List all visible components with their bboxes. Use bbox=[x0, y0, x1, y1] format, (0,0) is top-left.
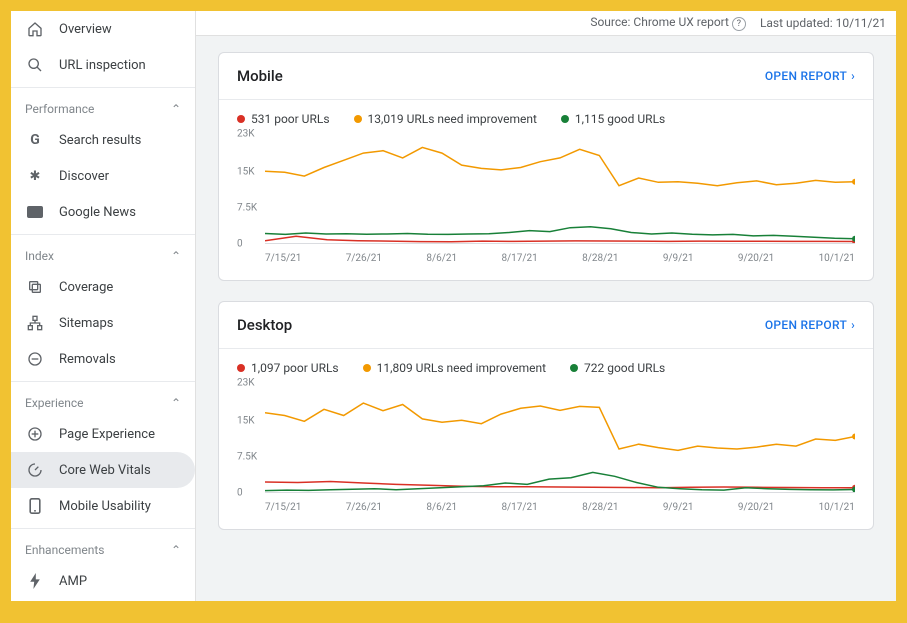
divider bbox=[11, 87, 195, 88]
sidebar-item-label: Sitemaps bbox=[59, 316, 114, 331]
chevron-up-icon: ⌃ bbox=[171, 249, 181, 263]
legend: 531 poor URLs 13,019 URLs need improveme… bbox=[219, 100, 873, 130]
legend-need: 11,809 URLs need improvement bbox=[363, 361, 546, 375]
chevron-right-icon: › bbox=[851, 69, 855, 83]
dot-icon bbox=[354, 115, 362, 123]
home-icon bbox=[25, 19, 45, 39]
sidebar-item-label: Mobile Usability bbox=[59, 499, 151, 514]
chevron-up-icon: ⌃ bbox=[171, 396, 181, 410]
sidebar-item-coverage[interactable]: Coverage bbox=[11, 269, 195, 305]
legend-good: 1,115 good URLs bbox=[561, 112, 665, 126]
source-text: Source: Chrome UX report ? bbox=[590, 15, 746, 31]
bolt-icon bbox=[25, 571, 45, 591]
divider bbox=[11, 381, 195, 382]
sidebar-item-mobile-usability[interactable]: Mobile Usability bbox=[11, 488, 195, 524]
sidebar-item-label: AMP bbox=[59, 574, 87, 589]
section-performance[interactable]: Performance ⌃ bbox=[11, 92, 195, 122]
sidebar-item-core-web-vitals[interactable]: Core Web Vitals bbox=[11, 452, 195, 488]
sidebar-item-label: Overview bbox=[59, 22, 112, 37]
sidebar-item-label: Google News bbox=[59, 205, 136, 220]
sidebar-item-label: Search results bbox=[59, 133, 141, 148]
card-desktop: Desktop OPEN REPORT › 1,097 poor URLs 11… bbox=[218, 301, 874, 530]
section-title: Performance bbox=[25, 102, 94, 116]
chevron-right-icon: › bbox=[851, 318, 855, 332]
sidebar-item-label: Removals bbox=[59, 352, 116, 367]
section-index[interactable]: Index ⌃ bbox=[11, 239, 195, 269]
sidebar-item-amp[interactable]: AMP bbox=[11, 563, 195, 599]
mobile-icon bbox=[25, 496, 45, 516]
sidebar-item-page-experience[interactable]: Page Experience bbox=[11, 416, 195, 452]
divider bbox=[11, 234, 195, 235]
topbar: Source: Chrome UX report ? Last updated:… bbox=[196, 11, 896, 36]
sidebar-item-discover[interactable]: ✱ Discover bbox=[11, 158, 195, 194]
speed-icon bbox=[25, 460, 45, 480]
divider bbox=[11, 528, 195, 529]
sidebar-item-label: Coverage bbox=[59, 280, 113, 295]
sidebar-item-label: Page Experience bbox=[59, 427, 155, 442]
content: Mobile OPEN REPORT › 531 poor URLs 13,01… bbox=[196, 36, 896, 601]
copy-icon bbox=[25, 277, 45, 297]
legend-poor: 531 poor URLs bbox=[237, 112, 330, 126]
sidebar-item-label: URL inspection bbox=[59, 58, 146, 73]
legend: 1,097 poor URLs 11,809 URLs need improve… bbox=[219, 349, 873, 379]
minus-circle-icon bbox=[25, 349, 45, 369]
section-title: Index bbox=[25, 249, 54, 263]
legend-good: 722 good URLs bbox=[570, 361, 665, 375]
sidebar-item-google-news[interactable]: Google News bbox=[11, 194, 195, 230]
dot-icon bbox=[237, 115, 245, 123]
sidebar: Overview URL inspection Performance ⌃ G … bbox=[11, 11, 196, 601]
card-title: Desktop bbox=[237, 316, 292, 334]
section-experience[interactable]: Experience ⌃ bbox=[11, 386, 195, 416]
dot-icon bbox=[570, 364, 578, 372]
open-report-link[interactable]: OPEN REPORT › bbox=[765, 318, 855, 332]
news-icon bbox=[25, 202, 45, 222]
open-report-link[interactable]: OPEN REPORT › bbox=[765, 69, 855, 83]
main: Source: Chrome UX report ? Last updated:… bbox=[196, 11, 896, 601]
chart-desktop: 07.5K15K23K7/15/217/26/218/6/218/17/218/… bbox=[237, 383, 855, 513]
sidebar-item-label: Discover bbox=[59, 169, 109, 184]
dot-icon bbox=[561, 115, 569, 123]
sidebar-item-url-inspection[interactable]: URL inspection bbox=[11, 47, 195, 83]
card-mobile: Mobile OPEN REPORT › 531 poor URLs 13,01… bbox=[218, 52, 874, 281]
chart-mobile: 07.5K15K23K7/15/217/26/218/6/218/17/218/… bbox=[237, 134, 855, 264]
google-g-icon: G bbox=[25, 130, 45, 150]
dot-icon bbox=[363, 364, 371, 372]
sidebar-item-search-results[interactable]: G Search results bbox=[11, 122, 195, 158]
legend-need: 13,019 URLs need improvement bbox=[354, 112, 537, 126]
sidebar-item-removals[interactable]: Removals bbox=[11, 341, 195, 377]
chevron-up-icon: ⌃ bbox=[171, 543, 181, 557]
help-icon[interactable]: ? bbox=[732, 17, 746, 31]
dot-icon bbox=[237, 364, 245, 372]
search-icon bbox=[25, 55, 45, 75]
sidebar-item-overview[interactable]: Overview bbox=[11, 11, 195, 47]
sidebar-item-breadcrumbs[interactable]: Breadcrumbs bbox=[11, 599, 195, 601]
chevron-up-icon: ⌃ bbox=[171, 102, 181, 116]
section-enhancements[interactable]: Enhancements ⌃ bbox=[11, 533, 195, 563]
section-title: Enhancements bbox=[25, 543, 105, 557]
sitemap-icon bbox=[25, 313, 45, 333]
plus-circle-icon bbox=[25, 424, 45, 444]
sidebar-item-sitemaps[interactable]: Sitemaps bbox=[11, 305, 195, 341]
legend-poor: 1,097 poor URLs bbox=[237, 361, 339, 375]
last-updated-text: Last updated: 10/11/21 bbox=[760, 16, 886, 30]
spark-icon: ✱ bbox=[25, 166, 45, 186]
sidebar-item-label: Core Web Vitals bbox=[59, 463, 151, 478]
section-title: Experience bbox=[25, 396, 84, 410]
card-title: Mobile bbox=[237, 67, 283, 85]
